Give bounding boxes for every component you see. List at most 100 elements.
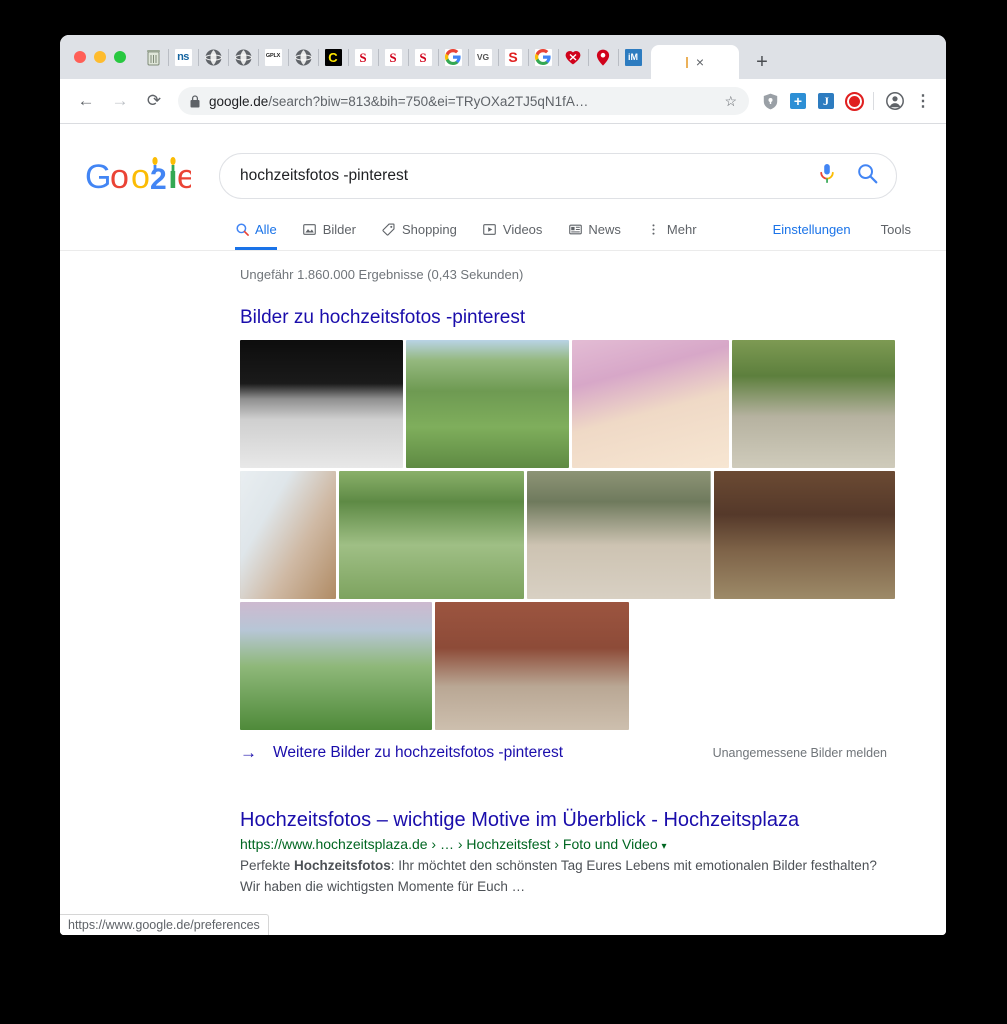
nav-tab-label: Shopping [402, 222, 457, 237]
image-thumbnail[interactable] [240, 602, 432, 730]
nav-tab-label: Videos [503, 222, 543, 237]
s-tab-1[interactable]: S [348, 40, 378, 74]
s-tab-2[interactable]: S [378, 40, 408, 74]
search-submit-icon[interactable] [857, 163, 878, 189]
map-pin-icon [595, 49, 612, 66]
nav-right-links: Einstellungen Tools [773, 222, 946, 237]
s-tab-3[interactable]: S [408, 40, 438, 74]
record-extension-icon[interactable] [841, 88, 867, 114]
trash-tab[interactable] [138, 40, 168, 74]
more-images-link[interactable]: → Weitere Bilder zu hochzeitsfotos -pint… [240, 743, 563, 763]
c-tab[interactable]: C [318, 40, 348, 74]
web-result-url[interactable]: https://www.hochzeitsplaza.de › … › Hoch… [240, 836, 900, 852]
search-box[interactable]: hochzeitsfotos -pinterest [219, 153, 897, 199]
nav-tab-videos[interactable]: Videos [483, 208, 543, 250]
microphone-icon[interactable] [819, 163, 835, 190]
nav-tab-news[interactable]: News [568, 208, 621, 250]
magnifier-glyph [857, 163, 878, 184]
settings-link[interactable]: Einstellungen [773, 222, 851, 237]
web-result-title[interactable]: Hochzeitsfotos – wichtige Motive im Über… [240, 807, 900, 833]
im-icon: iM [625, 49, 642, 66]
tools-link[interactable]: Tools [881, 222, 911, 237]
letter-s-icon: S [355, 49, 372, 66]
shield-extension-icon[interactable] [757, 88, 783, 114]
svg-text:e: e [177, 158, 191, 196]
active-tab[interactable]: × [651, 45, 739, 79]
image-thumbnail[interactable] [435, 602, 629, 730]
image-row [240, 340, 895, 468]
mic-glyph [819, 163, 835, 185]
reload-button[interactable]: ⟳ [140, 87, 168, 115]
caret-down-icon[interactable]: ▾ [662, 841, 667, 852]
globe-tab-2[interactable] [228, 40, 258, 74]
image-thumbnail[interactable] [714, 471, 895, 599]
joplin-extension-icon[interactable]: J [813, 88, 839, 114]
image-thumbnail[interactable] [339, 471, 524, 599]
nav-tab-label: Alle [255, 222, 277, 237]
google-logo-doodle[interactable]: G o o 2 e [85, 156, 201, 196]
new-tab-button[interactable]: + [745, 45, 779, 79]
results-area: Ungefähr 1.860.000 Ergebnisse (0,43 Seku… [60, 251, 946, 897]
heart-tab[interactable] [558, 40, 588, 74]
address-bar[interactable]: google.de/search?biw=813&bih=750&ei=TRyO… [178, 87, 749, 115]
snippet-highlight: Hochzeitsfotos [294, 858, 391, 873]
globe-tab-3[interactable] [288, 40, 318, 74]
nav-tab-alle[interactable]: Alle [235, 208, 277, 250]
nav-tab-label: Bilder [323, 222, 356, 237]
report-images-link[interactable]: Unangemessene Bilder melden [713, 746, 895, 760]
image-row [240, 471, 895, 599]
window-controls [60, 35, 138, 79]
vg-icon: VG [475, 49, 492, 66]
globe-tab-1[interactable] [198, 40, 228, 74]
image-thumbnail[interactable] [240, 340, 403, 468]
search-input[interactable]: hochzeitsfotos -pinterest [240, 167, 819, 185]
ns-tab[interactable]: ns [168, 40, 198, 74]
close-tab-icon[interactable]: × [696, 55, 704, 69]
image-thumbnail[interactable] [240, 471, 336, 599]
im-tab[interactable]: iM [618, 40, 648, 74]
heart-icon [565, 49, 582, 66]
images-block-title[interactable]: Bilder zu hochzeitsfotos -pinterest [240, 307, 946, 329]
plus-extension-icon[interactable]: + [785, 88, 811, 114]
nav-tab-label: News [588, 222, 621, 237]
vg-tab[interactable]: VG [468, 40, 498, 74]
bookmark-star-icon[interactable]: ☆ [724, 93, 737, 110]
status-bar-url: https://www.google.de/preferences [60, 914, 269, 935]
back-button[interactable]: ← [72, 87, 100, 115]
forward-button[interactable]: → [106, 87, 134, 115]
svg-text:2: 2 [150, 163, 167, 196]
nav-tab-shopping[interactable]: Shopping [382, 208, 457, 250]
nav-tab-bilder[interactable]: Bilder [303, 208, 356, 250]
browser-menu-button[interactable]: ⋮ [910, 88, 936, 114]
image-thumbnail[interactable] [572, 340, 729, 468]
google-tab-1[interactable] [438, 40, 468, 74]
avatar-glyph [886, 92, 904, 110]
google-tab-2[interactable] [528, 40, 558, 74]
nav-tab-mehr[interactable]: Mehr [647, 208, 697, 250]
image-thumbnail[interactable] [732, 340, 895, 468]
url-path: /search?biw=813&bih=750&ei=TRyOXa2TJ5qN1… [268, 94, 588, 109]
pin-tab[interactable] [588, 40, 618, 74]
screenshot-root: nsGPLXCSSSVGSiM × + ← → ⟳ google.de/sear… [0, 0, 1007, 1024]
image-thumbnail[interactable] [527, 471, 710, 599]
gplx-tab[interactable]: GPLX [258, 40, 288, 74]
letter-s-icon: S [415, 49, 432, 66]
nav-tabs-container: Alle Bilder Shopping Videos News Mehr [235, 208, 723, 250]
browser-toolbar: ← → ⟳ google.de/search?biw=813&bih=750&e… [60, 79, 946, 124]
more-images-label: Weitere Bilder zu hochzeitsfotos -pinter… [273, 744, 563, 762]
globe-icon [295, 49, 312, 66]
maximize-window-button[interactable] [114, 51, 126, 63]
profile-avatar-icon[interactable] [882, 88, 908, 114]
images-block-footer: → Weitere Bilder zu hochzeitsfotos -pint… [240, 743, 895, 763]
svg-text:G: G [85, 158, 111, 196]
web-result-snippet: Perfekte Hochzeitsfotos: Ihr möchtet den… [240, 855, 900, 897]
image-thumbnail[interactable] [406, 340, 569, 468]
globe-icon [235, 49, 252, 66]
page-content: G o o 2 e hochzeitsfot [60, 124, 946, 935]
gplx-icon: GPLX [265, 49, 282, 66]
search-nav-tabs: Alle Bilder Shopping Videos News Mehr Einstel… [60, 208, 946, 251]
pinned-tabs-container: nsGPLXCSSSVGSiM [138, 35, 648, 79]
minimize-window-button[interactable] [94, 51, 106, 63]
close-window-button[interactable] [74, 51, 86, 63]
s-tab-4[interactable]: S [498, 40, 528, 74]
